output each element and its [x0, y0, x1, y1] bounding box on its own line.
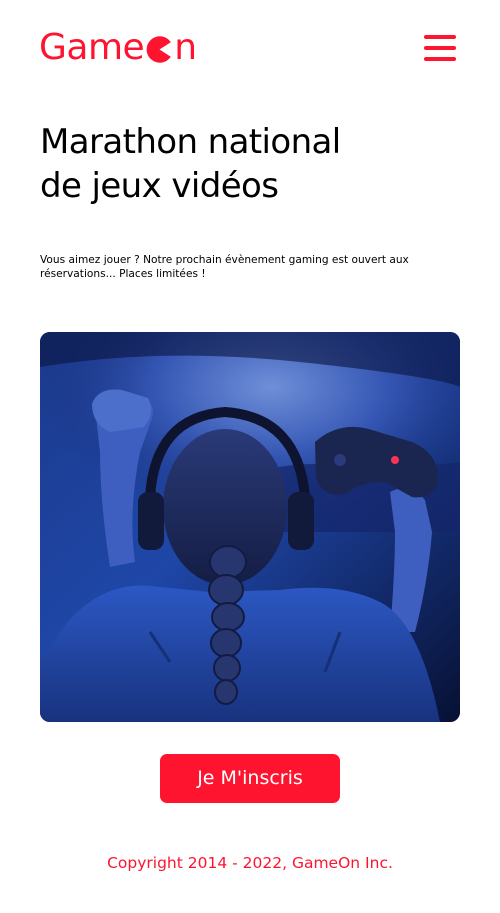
hero-title-line-2: de jeux vidéos — [40, 166, 279, 206]
signup-button[interactable]: Je M'inscris — [160, 754, 340, 803]
gameon-logo[interactable]: Game n — [39, 28, 197, 68]
landing-page: Game n Marathon national de jeux vidéos … — [0, 0, 500, 913]
hero-title: Marathon national de jeux vidéos — [40, 120, 420, 208]
menu-bar — [424, 57, 456, 61]
copyright-footer: Copyright 2014 - 2022, GameOn Inc. — [107, 854, 393, 872]
logo-text-game: Game — [39, 27, 145, 68]
hero-image — [40, 332, 460, 722]
menu-bar — [424, 46, 456, 50]
hero-description: Vous aimez jouer ? Notre prochain évènem… — [40, 254, 409, 280]
pacman-o-icon — [146, 36, 173, 63]
hero-title-line-1: Marathon national — [40, 122, 341, 162]
menu-bar — [424, 35, 456, 39]
hamburger-menu-icon[interactable] — [424, 35, 456, 62]
logo-text-n: n — [174, 27, 197, 68]
